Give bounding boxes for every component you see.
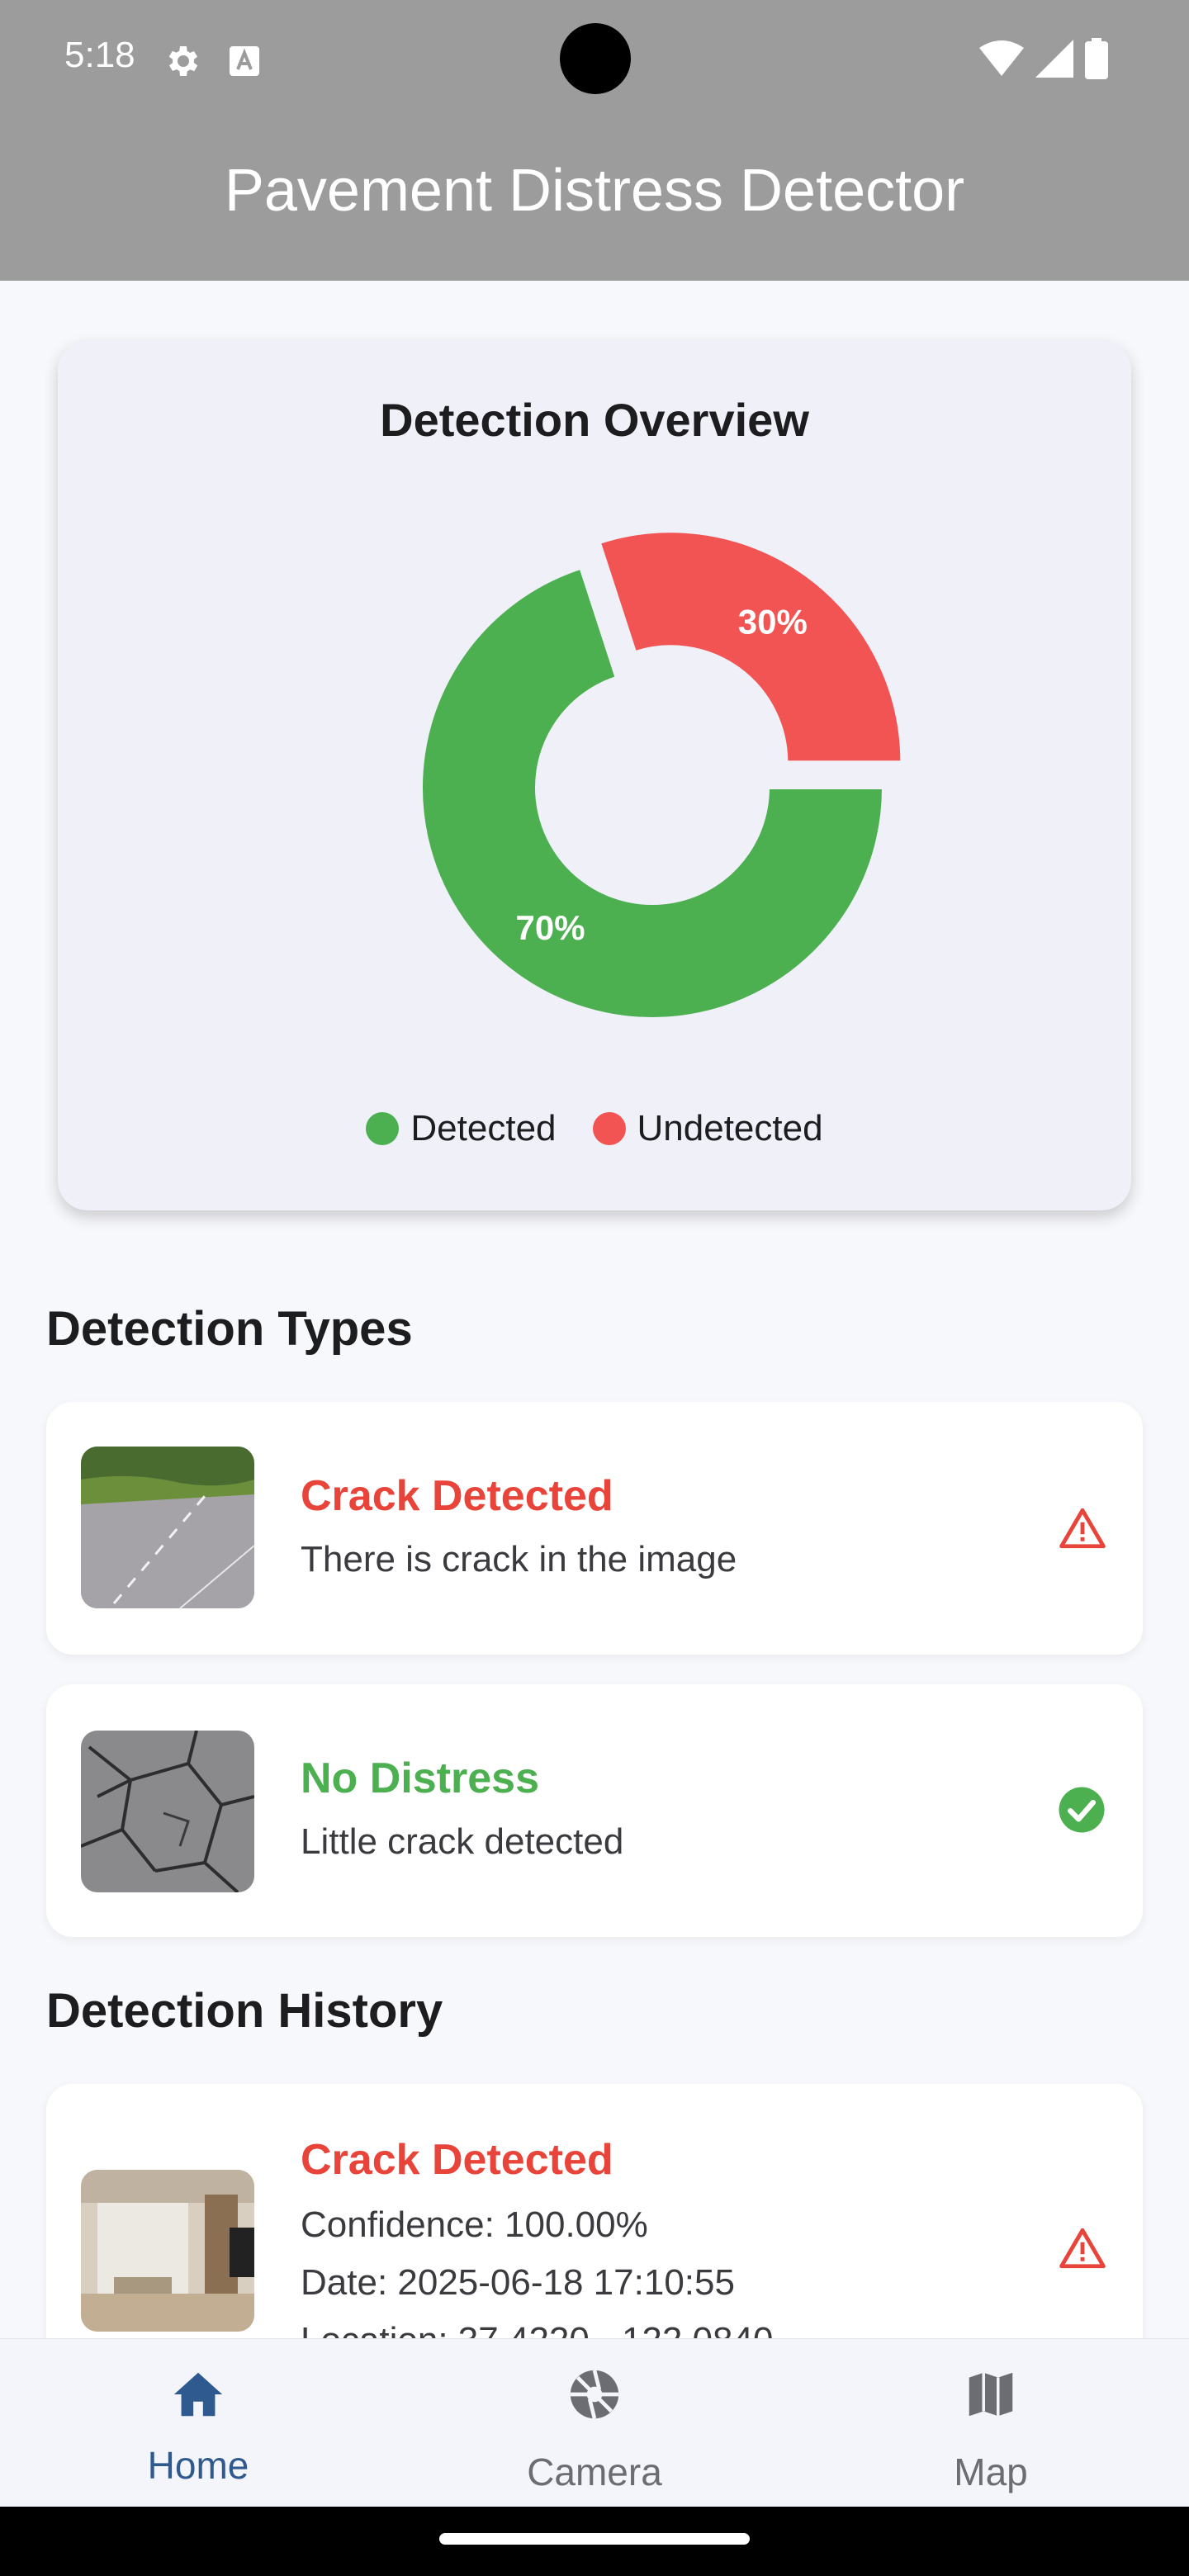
detection-type-heading: No Distress [301, 1754, 539, 1802]
history-confidence: Confidence: 100.00% [301, 2204, 648, 2245]
nav-label-map: Map [954, 2451, 1028, 2493]
nav-home[interactable]: Home [0, 2339, 396, 2507]
detection-history-title: Detection History [46, 1984, 443, 2038]
legend-label-undetected: Undetected [637, 1108, 823, 1148]
detection-type-card-no-distress[interactable]: No Distress Little crack detected [46, 1684, 1143, 1937]
legend-item-detected: Detected [366, 1108, 557, 1149]
overview-title: Detection Overview [380, 394, 809, 446]
text-badge-icon [230, 46, 259, 76]
map-icon [969, 2372, 1013, 2417]
nav-label-camera: Camera [527, 2451, 662, 2493]
nav-map[interactable]: Map [793, 2339, 1189, 2507]
detection-overview-card: Detection Overview 70% 30% Detected Undet… [58, 340, 1131, 1210]
detection-type-card-crack[interactable]: Crack Detected There is crack in the ima… [46, 1402, 1143, 1655]
legend-item-undetected: Undetected [592, 1108, 823, 1149]
detection-donut-chart: 70% 30% [419, 529, 904, 1020]
camera-cutout [560, 23, 631, 94]
nav-camera[interactable]: Camera [396, 2339, 793, 2507]
legend-dot-undetected [592, 1112, 626, 1145]
bottom-navigation: Home Camera Map [0, 2338, 1189, 2507]
legend-label-detected: Detected [410, 1108, 557, 1148]
pavement-thumbnail [81, 1731, 254, 1892]
legend-dot-detected [366, 1112, 400, 1145]
check-circle-icon [1059, 1787, 1105, 1833]
history-heading: Crack Detected [301, 2136, 613, 2184]
slice-detected-label: 70% [516, 908, 585, 947]
home-icon [173, 2372, 223, 2417]
slice-undetected [597, 529, 904, 765]
settings-icon [168, 46, 198, 76]
road-thumbnail [81, 1447, 254, 1608]
detection-types-title: Detection Types [46, 1302, 413, 1356]
status-time: 5:18 [64, 35, 135, 75]
gesture-handle[interactable] [439, 2533, 750, 2545]
history-thumbnail [81, 2170, 254, 2332]
detection-type-description: Little crack detected [301, 1821, 624, 1862]
warning-icon [1059, 1508, 1106, 1549]
warning-icon [1059, 2228, 1106, 2269]
signal-icon [1035, 40, 1073, 78]
slice-undetected-label: 30% [738, 602, 808, 641]
camera-icon [570, 2370, 619, 2419]
chart-legend: Detected Undetected [58, 1108, 1131, 1149]
wifi-icon [979, 40, 1024, 76]
app-header: 5:18 Pavement Distress Detector [0, 0, 1189, 281]
nav-label-home: Home [147, 2444, 249, 2487]
battery-icon [1085, 38, 1108, 79]
detection-type-description: There is crack in the image [301, 1539, 737, 1579]
gesture-navigation-area [0, 2507, 1189, 2576]
app-title: Pavement Distress Detector [224, 158, 965, 224]
detection-type-heading: Crack Detected [301, 1472, 613, 1520]
history-date: Date: 2025-06-18 17:10:55 [301, 2262, 735, 2303]
